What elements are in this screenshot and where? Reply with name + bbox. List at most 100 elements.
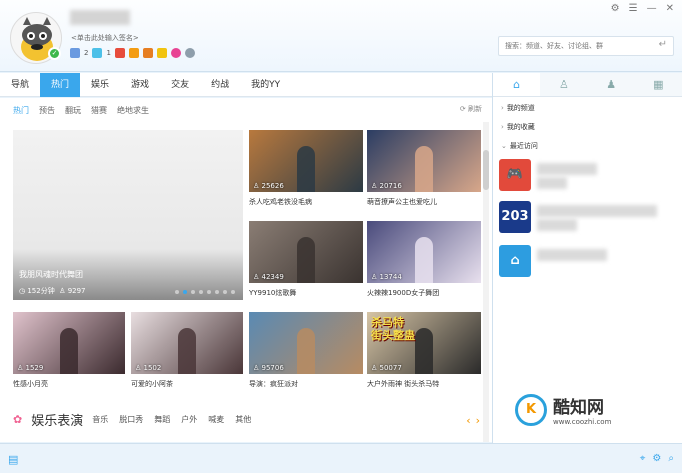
collapse-arrow-icon: ⌄ (501, 142, 507, 150)
featured-banner[interactable]: 我朋风魂时代舞团 ◷ 152分钟 ♙ 9297 (13, 130, 243, 300)
enter-icon[interactable]: ↵ (659, 39, 667, 50)
viewer-icon: ♙ (371, 273, 380, 281)
tab-3[interactable]: 游戏 (120, 73, 160, 97)
carousel-dot[interactable] (191, 290, 195, 294)
recent-channel-meta-blurred (537, 177, 567, 189)
subtab-4[interactable]: 绝地求生 (117, 105, 149, 116)
viewer-count-value: 25626 (261, 182, 284, 190)
video-card[interactable]: 杀马特 街头整蛊 ♙ 50077 大户外雨神 街头杀马特 (367, 312, 481, 389)
home-icon[interactable]: ⌂ (493, 73, 541, 96)
viewer-count-value: 42349 (261, 273, 284, 281)
level-badge-icon[interactable] (70, 48, 80, 58)
recent-channel-name-blurred[interactable] (537, 205, 657, 217)
video-card[interactable]: ♙ 25626 杀人吃鸡老铁没毛病 (249, 130, 363, 207)
tab-6[interactable]: 我的YY (240, 73, 291, 97)
my-channels-item[interactable]: › 我的频道 (493, 99, 682, 118)
minimize-icon[interactable]: — (647, 3, 657, 14)
tab-0[interactable]: 导航 (0, 73, 40, 97)
face-badge-icon[interactable] (156, 48, 167, 58)
y-badge-icon[interactable] (114, 48, 125, 58)
section-header: ✿ 娱乐表演 音乐 脱口秀 舞蹈 户外 喊麦 其他 (13, 410, 251, 429)
video-caption[interactable]: 萌音撩声公主也爱吃儿 (367, 197, 481, 207)
video-thumbnail[interactable]: ♙ 1529 (13, 312, 125, 374)
carousel-dot[interactable] (207, 290, 211, 294)
video-card[interactable]: ♙ 20716 萌音撩声公主也爱吃儿 (367, 130, 481, 207)
subtab-3[interactable]: 猎赛 (91, 105, 107, 116)
game-badge-icon[interactable] (142, 48, 153, 58)
subtab-0[interactable]: 热门 (13, 105, 29, 116)
banner-duration: 152分钟 (27, 287, 55, 295)
section-tag-5[interactable]: 其他 (235, 414, 251, 425)
video-card[interactable]: ♙ 42349 YY9910炫歌舞 (249, 221, 363, 298)
carousel-dot[interactable] (199, 290, 203, 294)
gamepad-icon[interactable]: 🎮 (499, 159, 531, 191)
heart-badge-icon[interactable] (170, 48, 181, 58)
video-thumbnail[interactable]: 杀马特 街头整蛊 ♙ 50077 (367, 312, 481, 374)
video-thumbnail[interactable]: ♙ 42349 (249, 221, 363, 283)
search-input[interactable] (499, 37, 649, 55)
carousel-dot[interactable] (231, 290, 235, 294)
refresh-button[interactable]: ⟳ 刷新 (460, 104, 482, 114)
video-thumbnail[interactable]: ♙ 13744 (367, 221, 481, 283)
carousel-dot-active[interactable] (183, 290, 187, 294)
scroll-thumb[interactable] (483, 150, 489, 190)
video-thumbnail[interactable]: ♙ 20716 (367, 130, 481, 192)
tab-2[interactable]: 娱乐 (80, 73, 120, 97)
circle-badge-icon[interactable] (184, 48, 195, 58)
location-icon[interactable]: ⌖ (640, 453, 646, 464)
expand-arrow-icon: › (501, 123, 504, 131)
clipboard-icon[interactable]: ▤ (8, 453, 18, 466)
carousel-dot[interactable] (223, 290, 227, 294)
section-tag-1[interactable]: 脱口秀 (119, 414, 143, 425)
viewer-count: ♙ 1529 (17, 364, 43, 372)
channel-logo-icon[interactable]: 203 (499, 201, 531, 233)
scrollbar[interactable] (483, 122, 489, 442)
contact-icon[interactable]: ♙ (540, 73, 587, 96)
close-icon[interactable]: ✕ (666, 3, 674, 14)
tab-1[interactable]: 热门 (40, 73, 81, 97)
video-thumbnail[interactable]: ♙ 25626 (249, 130, 363, 192)
viewer-icon: ♙ (371, 364, 380, 372)
video-card[interactable]: ♙ 1529 性感小月亮 (13, 312, 125, 389)
carousel-dot[interactable] (215, 290, 219, 294)
content-area: 我朋风魂时代舞团 ◷ 152分钟 ♙ 9297 ✿ 娱乐表演 音乐 脱口秀 舞蹈 户外… (0, 122, 492, 442)
recent-channel-name-blurred[interactable] (537, 249, 607, 261)
tab-5[interactable]: 约战 (200, 73, 240, 97)
video-card[interactable]: ♙ 95706 导演：疯狂派对 (249, 312, 363, 389)
section-tag-0[interactable]: 音乐 (92, 414, 108, 425)
group-icon[interactable]: ♟ (588, 73, 635, 96)
video-caption[interactable]: 大户外雨神 街头杀马特 (367, 379, 481, 389)
video-caption[interactable]: 导演：疯狂派对 (249, 379, 363, 389)
menu-icon[interactable]: ☰ (629, 3, 638, 14)
prev-arrow-icon[interactable]: ‹ (466, 414, 470, 427)
video-caption[interactable]: 性感小月亮 (13, 379, 125, 389)
section-tag-4[interactable]: 喊麦 (208, 414, 224, 425)
recent-channel-name-blurred[interactable] (537, 163, 597, 175)
video-card[interactable]: ♙ 13744 火辣辣1900D女子舞团 (367, 221, 481, 298)
next-arrow-icon[interactable]: › (476, 414, 480, 427)
video-caption[interactable]: 可爱的小阿茶 (131, 379, 243, 389)
search-icon[interactable]: ⌕ (668, 453, 674, 464)
subtab-2[interactable]: 翻玩 (65, 105, 81, 116)
video-caption[interactable]: YY9910炫歌舞 (249, 288, 363, 298)
diamond-badge-icon[interactable] (92, 48, 103, 58)
section-tag-2[interactable]: 舞蹈 (154, 414, 170, 425)
recent-visits-item[interactable]: ⌄ 最近访问 (493, 137, 682, 156)
video-thumbnail[interactable]: ♙ 1502 (131, 312, 243, 374)
tab-4[interactable]: 交友 (160, 73, 200, 97)
carousel-dot[interactable] (175, 290, 179, 294)
video-caption[interactable]: 火辣辣1900D女子舞团 (367, 288, 481, 298)
viewer-count-value: 50077 (379, 364, 402, 372)
vip-badge-icon[interactable] (128, 48, 139, 58)
video-card[interactable]: ♙ 1502 可爱的小阿茶 (131, 312, 243, 389)
settings-icon[interactable]: ⚙ (652, 453, 661, 464)
subtab-1[interactable]: 预告 (39, 105, 55, 116)
home-icon[interactable]: ⌂ (499, 245, 531, 277)
my-favorites-item[interactable]: › 我的收藏 (493, 118, 682, 137)
skin-icon[interactable]: ⚙ (611, 3, 620, 14)
signature-field[interactable]: <单击此处输入签名> (71, 33, 139, 43)
section-tag-3[interactable]: 户外 (181, 414, 197, 425)
apps-icon[interactable]: ▦ (635, 73, 682, 96)
video-caption[interactable]: 杀人吃鸡老铁没毛病 (249, 197, 363, 207)
video-thumbnail[interactable]: ♙ 95706 (249, 312, 363, 374)
